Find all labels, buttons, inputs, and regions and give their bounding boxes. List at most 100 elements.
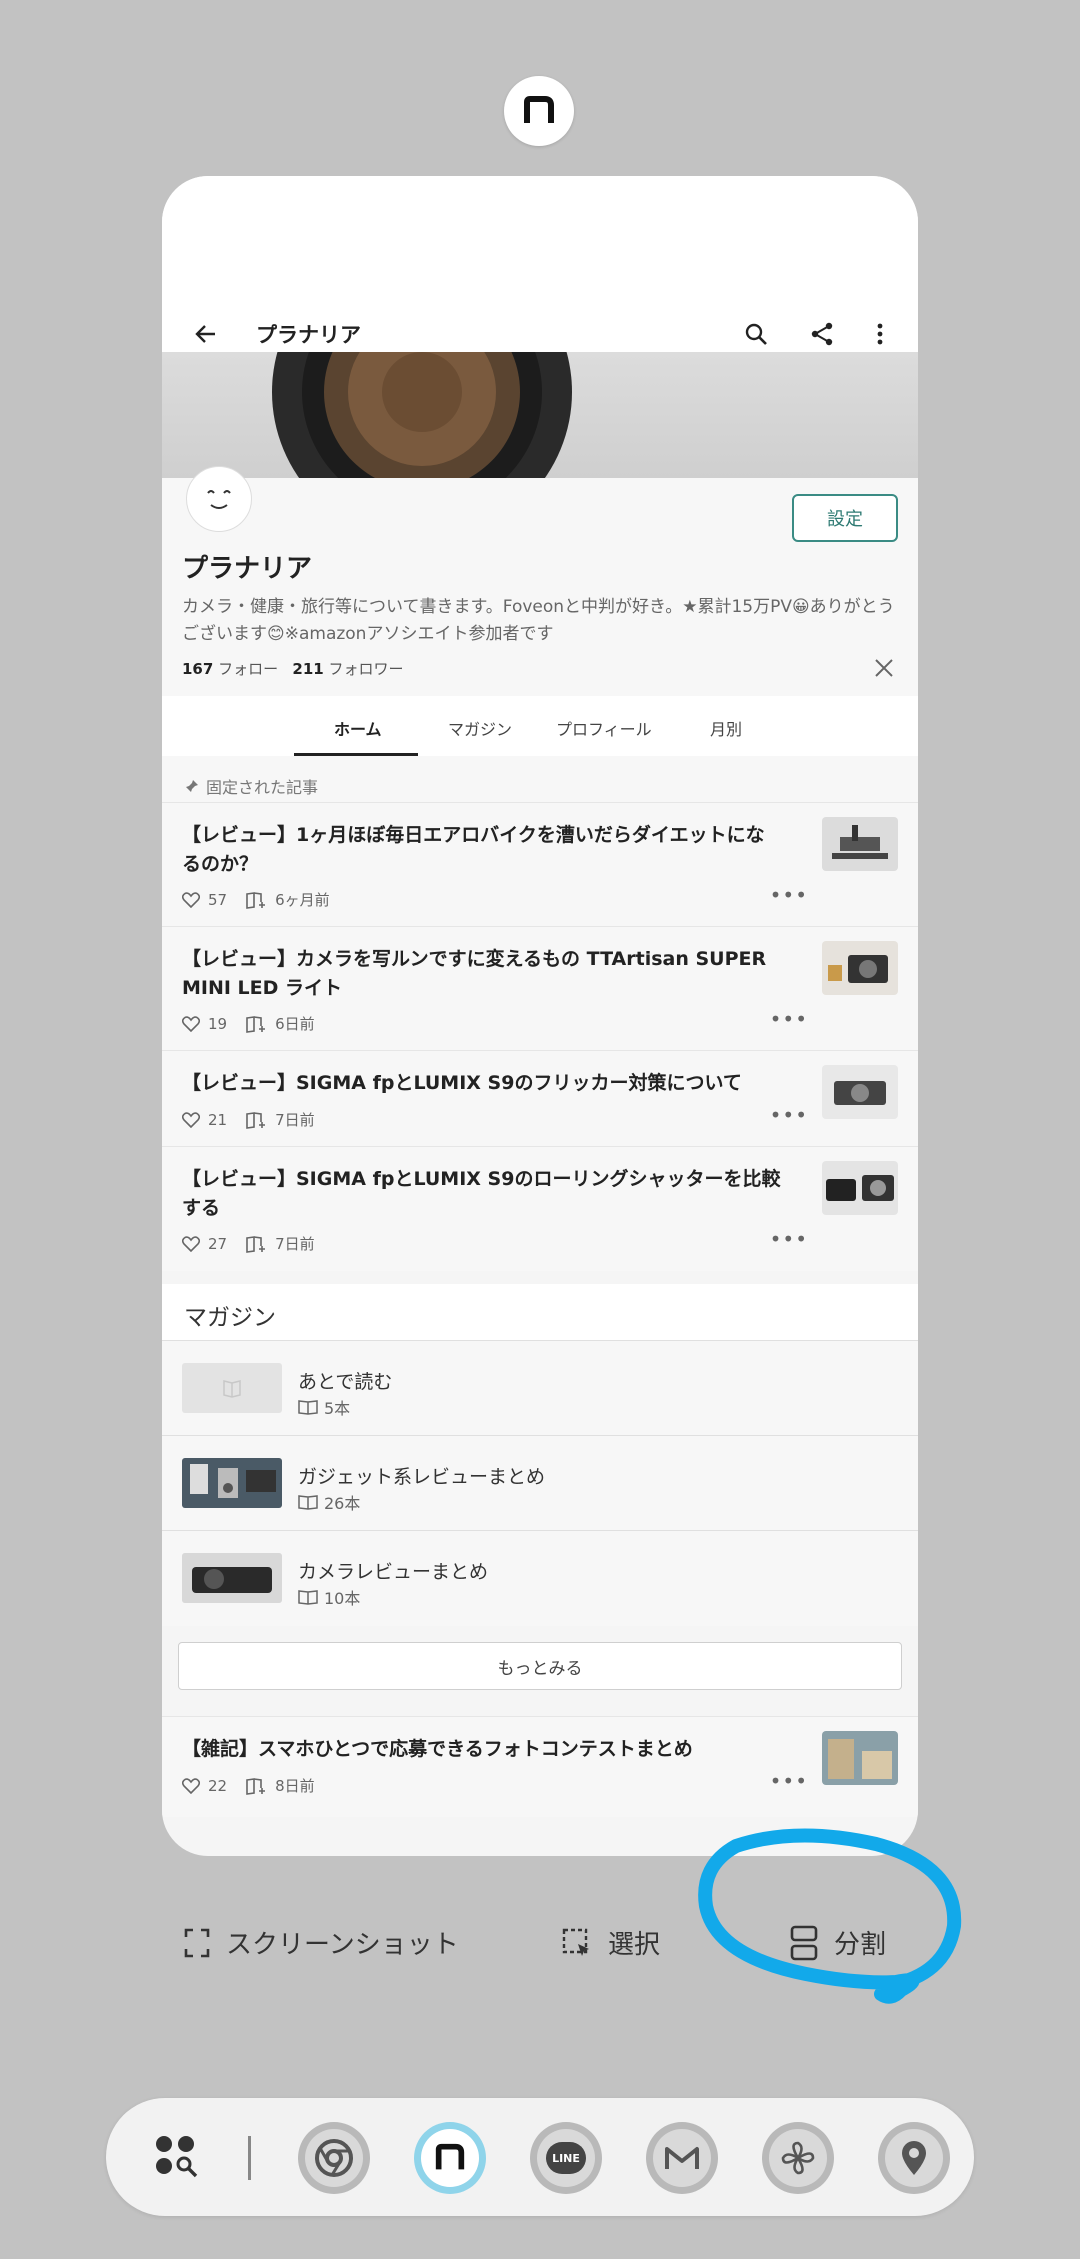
see-more-button[interactable]: もっとみる [178,1642,902,1690]
like-count: 57 [208,890,228,909]
profile-bio: カメラ・健康・旅行等について書きます。Foveonと中判が好き。★累計15万PV… [182,597,895,644]
article-item[interactable]: 【レビュー】SIGMA fpとLUMIX S9のローリングシャッターを比較する … [162,1146,918,1271]
magazine-add-icon[interactable] [245,1111,267,1129]
article-item[interactable]: 【雑記】スマホひとつで応募できるフォトコンテストまとめ 22 8日前 ••• [162,1716,918,1817]
app-drawer-button[interactable] [154,2134,202,2186]
article-meta: 21 7日前 [182,1109,315,1130]
dock-app-chrome[interactable] [298,2122,370,2194]
note-icon [435,2143,465,2170]
select-icon [562,1928,589,1956]
follower-label[interactable]: フォロワー [329,660,404,678]
magazine-heading-text: マガジン [184,1305,276,1331]
exercise-bike-image [822,817,898,871]
article-title[interactable]: 【雑記】スマホひとつで応募できるフォトコンテストまとめ [182,1735,782,1764]
note-icon [524,96,554,123]
select-button[interactable]: 選択 [562,1924,660,1961]
more-menu-button[interactable] [856,310,904,358]
like-count: 22 [208,1776,228,1795]
heart-icon[interactable] [182,1777,200,1794]
magazine-name[interactable]: カメラレビューまとめ [298,1557,488,1584]
article-item[interactable]: 【レビュー】1ヶ月ほぼ毎日エアロバイクを漕いだらダイエットになるのか？ 57 6… [162,802,918,927]
magazine-item[interactable]: カメラレビューまとめ 10本 [162,1530,918,1626]
screenshot-icon [184,1928,210,1957]
article-thumbnail [822,941,898,995]
magazine-count-text: 26本 [324,1494,361,1513]
magazine-count: 26本 [298,1490,360,1514]
magazine-add-icon[interactable] [245,1235,267,1253]
book-placeholder-icon [223,1380,241,1398]
article-title[interactable]: 【レビュー】1ヶ月ほぼ毎日エアロバイクを漕いだらダイエットになるのか？ [182,821,782,879]
follower-count[interactable]: 211 [292,660,323,678]
magazine-item[interactable]: ガジェット系レビューまとめ 26本 [162,1435,918,1531]
dock-app-maps[interactable] [878,2122,950,2194]
back-button[interactable] [182,310,230,358]
tab-home[interactable]: ホーム [334,716,382,740]
gadget-image [182,1458,282,1508]
dock-app-note[interactable] [414,2122,486,2194]
like-count: 19 [208,1014,228,1033]
dock-app-pinwheel[interactable] [762,2122,834,2194]
article-title[interactable]: 【レビュー】SIGMA fpとLUMIX S9のローリングシャッターを比較する [182,1165,782,1223]
magazine-name[interactable]: ガジェット系レビューまとめ [298,1462,545,1489]
magazine-item[interactable]: あとで読む 5本 [162,1340,918,1436]
x-logo-icon [875,659,893,677]
two-cameras-image [822,1161,898,1215]
magazine-count-text: 10本 [324,1589,361,1608]
more-vert-icon [877,323,883,345]
chrome-icon [315,2139,353,2177]
article-item[interactable]: 【レビュー】カメラを写ルンですに変えるもの TTArtisan SUPER MI… [162,926,918,1051]
camera-lens-image [272,352,572,478]
magazine-name[interactable]: あとで読む [298,1367,392,1394]
follow-stats: 167 フォロー 211 フォロワー [182,658,404,679]
gmail-icon [665,2147,699,2169]
screenshot-button[interactable]: スクリーンショット [184,1924,459,1961]
article-more-icon[interactable]: ••• [770,1103,808,1127]
article-meta: 19 6日前 [182,1013,315,1034]
tab-monthly[interactable]: 月別 [710,716,742,740]
heart-icon[interactable] [182,891,200,908]
dock-app-gmail[interactable] [646,2122,718,2194]
article-title[interactable]: 【レビュー】カメラを写ルンですに変えるもの TTArtisan SUPER MI… [182,945,782,1003]
x-link[interactable] [874,658,894,682]
magazine-thumbnail [182,1458,282,1508]
tab-magazine[interactable]: マガジン [448,716,512,740]
heart-icon[interactable] [182,1015,200,1032]
dock-app-line[interactable]: LINE [530,2122,602,2194]
annotation-circle [698,1828,962,2004]
app-preview-card[interactable]: プラナリア 設定 プラナリア カメラ・健康・旅行等について書きます。Foveon… [162,176,918,1856]
post-time: 6ヶ月前 [275,891,330,909]
article-title[interactable]: 【レビュー】SIGMA fpとLUMIX S9のフリッカー対策について [182,1069,782,1098]
article-more-icon[interactable]: ••• [770,883,808,907]
article-item[interactable]: 【レビュー】SIGMA fpとLUMIX S9のフリッカー対策について 21 7… [162,1050,918,1147]
maps-icon [902,2141,926,2175]
profile-name: プラナリア [182,554,313,584]
heart-icon[interactable] [182,1111,200,1128]
heart-icon[interactable] [182,1235,200,1252]
camera-review-image [182,1553,282,1603]
book-icon [298,1590,318,1605]
magazine-add-icon[interactable] [245,1777,267,1795]
post-time: 6日前 [275,1015,315,1033]
post-time: 7日前 [275,1235,315,1253]
avatar[interactable] [186,466,252,532]
taskbar-dock: LINE [106,2098,974,2216]
post-time: 7日前 [275,1111,315,1129]
article-thumbnail [822,817,898,871]
share-icon [811,322,833,346]
search-button[interactable] [732,310,780,358]
magazine-thumbnail [182,1363,282,1413]
article-more-icon[interactable]: ••• [770,1227,808,1251]
article-more-icon[interactable]: ••• [770,1769,808,1793]
follow-count[interactable]: 167 [182,660,213,678]
follow-label[interactable]: フォロー [218,660,278,678]
settings-button[interactable]: 設定 [792,494,898,542]
magazine-add-icon[interactable] [245,891,267,909]
share-button[interactable] [798,310,846,358]
profile-tabs: ホーム マガジン プロフィール 月別 [162,696,918,756]
note-app-icon[interactable] [504,76,574,146]
magazine-heading: マガジン [162,1284,918,1340]
tab-profile[interactable]: プロフィール [556,716,652,740]
article-more-icon[interactable]: ••• [770,1007,808,1031]
magazine-count-text: 5本 [324,1399,351,1418]
magazine-add-icon[interactable] [245,1015,267,1033]
